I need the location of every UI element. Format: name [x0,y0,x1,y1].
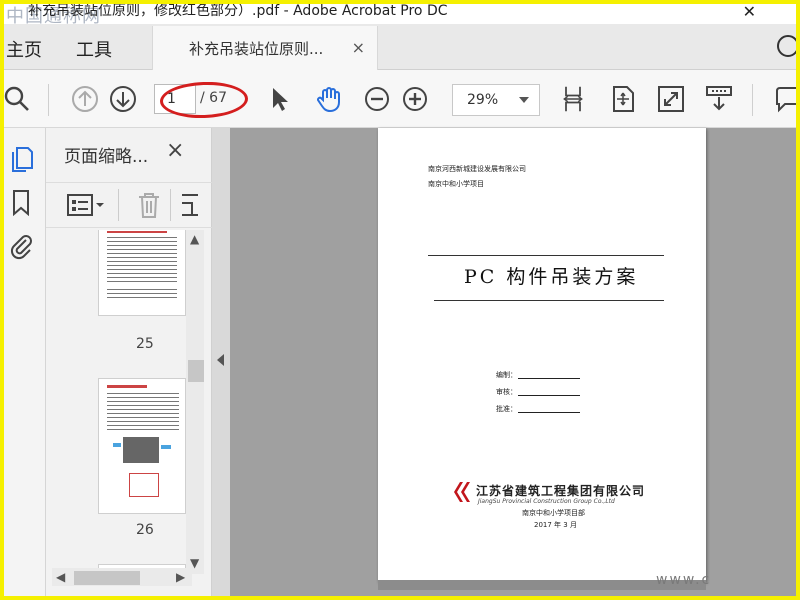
trash-icon[interactable] [136,191,162,219]
page-up-icon[interactable] [70,84,100,114]
scroll-right-icon[interactable]: ▶ [176,570,185,584]
footer-department: 南京中和小学项目部 [522,509,585,517]
thumbnail-list: 25 26 [46,230,186,574]
select-arrow-icon[interactable] [264,84,294,114]
thumbnail-page-26[interactable] [98,378,186,514]
collapse-arrow-icon[interactable] [217,354,224,366]
thumbnail-tools-row [46,182,212,228]
document-tab[interactable]: 补充吊装站位原则... × [152,26,378,71]
field-approved-by: 批准： [496,405,517,413]
title-rule-bottom [434,300,664,301]
company-logo-chinese: 江苏省建筑工程集团有限公司 [476,484,646,498]
toolbar-separator-2 [752,84,753,116]
field-underline [518,395,580,396]
thumb-text-lines [107,393,179,433]
tools-separator-2 [170,189,171,221]
thumb-redline [107,385,147,388]
thumbnail-number: 25 [136,336,154,352]
home-menu[interactable]: 主页 [6,36,42,62]
thumb-diagram-mark [161,445,171,449]
scroll-left-icon[interactable]: ◀ [56,570,65,584]
thumbnail-vertical-scrollbar[interactable]: ▲ ▼ [186,230,204,574]
chevron-down-icon [519,97,529,103]
field-prepared-by: 编制： [496,371,517,379]
zoom-level-select[interactable]: 29% [452,84,540,116]
panel-collapse-strip[interactable] [212,128,230,596]
attachment-icon[interactable] [8,232,34,260]
thumbnails-panel: 页面缩略... × 25 26 ▲ ▼ ◀ ▶ [46,128,212,596]
bookmark-icon[interactable] [8,188,34,216]
scroll-mode-icon[interactable] [704,84,734,114]
thumb-diagram-red [129,473,159,497]
thumbnail-page-25[interactable] [98,230,186,316]
comment-icon[interactable] [772,84,800,114]
thumb-diagram-mark [113,443,121,447]
window-title-bar: 中国通称网 补充吊装站位原则，修改红色部分）.pdf - Adobe Acrob… [4,0,796,24]
thumb-text-lines [107,289,177,299]
tools-separator [118,189,119,221]
tab-close-icon[interactable]: × [352,38,365,57]
document-tab-label: 补充吊装站位原则... [189,40,324,58]
insert-page-icon[interactable] [180,191,202,219]
zoom-out-icon[interactable] [362,84,392,114]
page-thumbnails-icon[interactable] [8,144,34,172]
company-logo-english: JiangSu Provincial Construction Group Co… [478,498,615,505]
tools-menu[interactable]: 工具 [76,36,112,62]
thumb-diagram [123,437,159,463]
fit-width-icon[interactable] [558,82,588,116]
thumbnails-heading: 页面缩略... [64,147,149,167]
thumbnail-options-icon[interactable] [66,193,106,217]
zoom-level-value: 29% [467,92,499,108]
window-close-icon[interactable]: ✕ [743,2,756,21]
window-title: 补充吊装站位原则，修改红色部分）.pdf - Adobe Acrobat Pro… [28,3,448,19]
company-logo-icon [454,482,470,502]
document-view[interactable]: 南京河西新城建设发展有限公司 南京中和小学项目 PC 构件吊装方案 编制： 审核… [212,128,796,596]
toolbar-separator [48,84,49,116]
title-rule-top [428,255,664,256]
document-title: PC 构件吊装方案 [464,266,639,288]
corner-watermark: www.c [656,572,712,588]
page-down-icon[interactable] [108,84,138,114]
pdf-page[interactable]: 南京河西新城建设发展有限公司 南京中和小学项目 PC 构件吊装方案 编制： 审核… [378,128,706,582]
fit-page-icon[interactable] [608,84,638,114]
field-underline [518,378,580,379]
scrollbar-thumb-horizontal[interactable] [74,571,140,585]
field-reviewed-by: 审核： [496,388,517,396]
hand-tool-icon[interactable] [314,84,344,114]
company-line: 南京河西新城建设发展有限公司 [428,165,526,173]
thumb-text-lines [107,237,177,283]
menu-bar: 主页 工具 补充吊装站位原则... × [4,24,799,71]
scroll-up-icon[interactable]: ▲ [190,232,199,246]
help-icon[interactable] [776,34,800,58]
scrollbar-thumb[interactable] [188,360,204,382]
total-pages: / 67 [200,90,227,106]
full-screen-icon[interactable] [656,84,686,114]
search-icon[interactable] [2,84,32,114]
current-page-input[interactable] [154,84,196,114]
project-line: 南京中和小学项目 [428,180,484,188]
thumb-redline [107,231,167,233]
thumbnail-number: 26 [136,522,154,538]
panel-close-icon[interactable]: × [166,138,184,163]
thumbnail-horizontal-scrollbar[interactable]: ◀ ▶ [52,568,192,586]
footer-date: 2017 年 3 月 [534,521,577,529]
navigation-rail [4,128,46,596]
field-underline [518,412,580,413]
zoom-in-icon[interactable] [400,84,430,114]
